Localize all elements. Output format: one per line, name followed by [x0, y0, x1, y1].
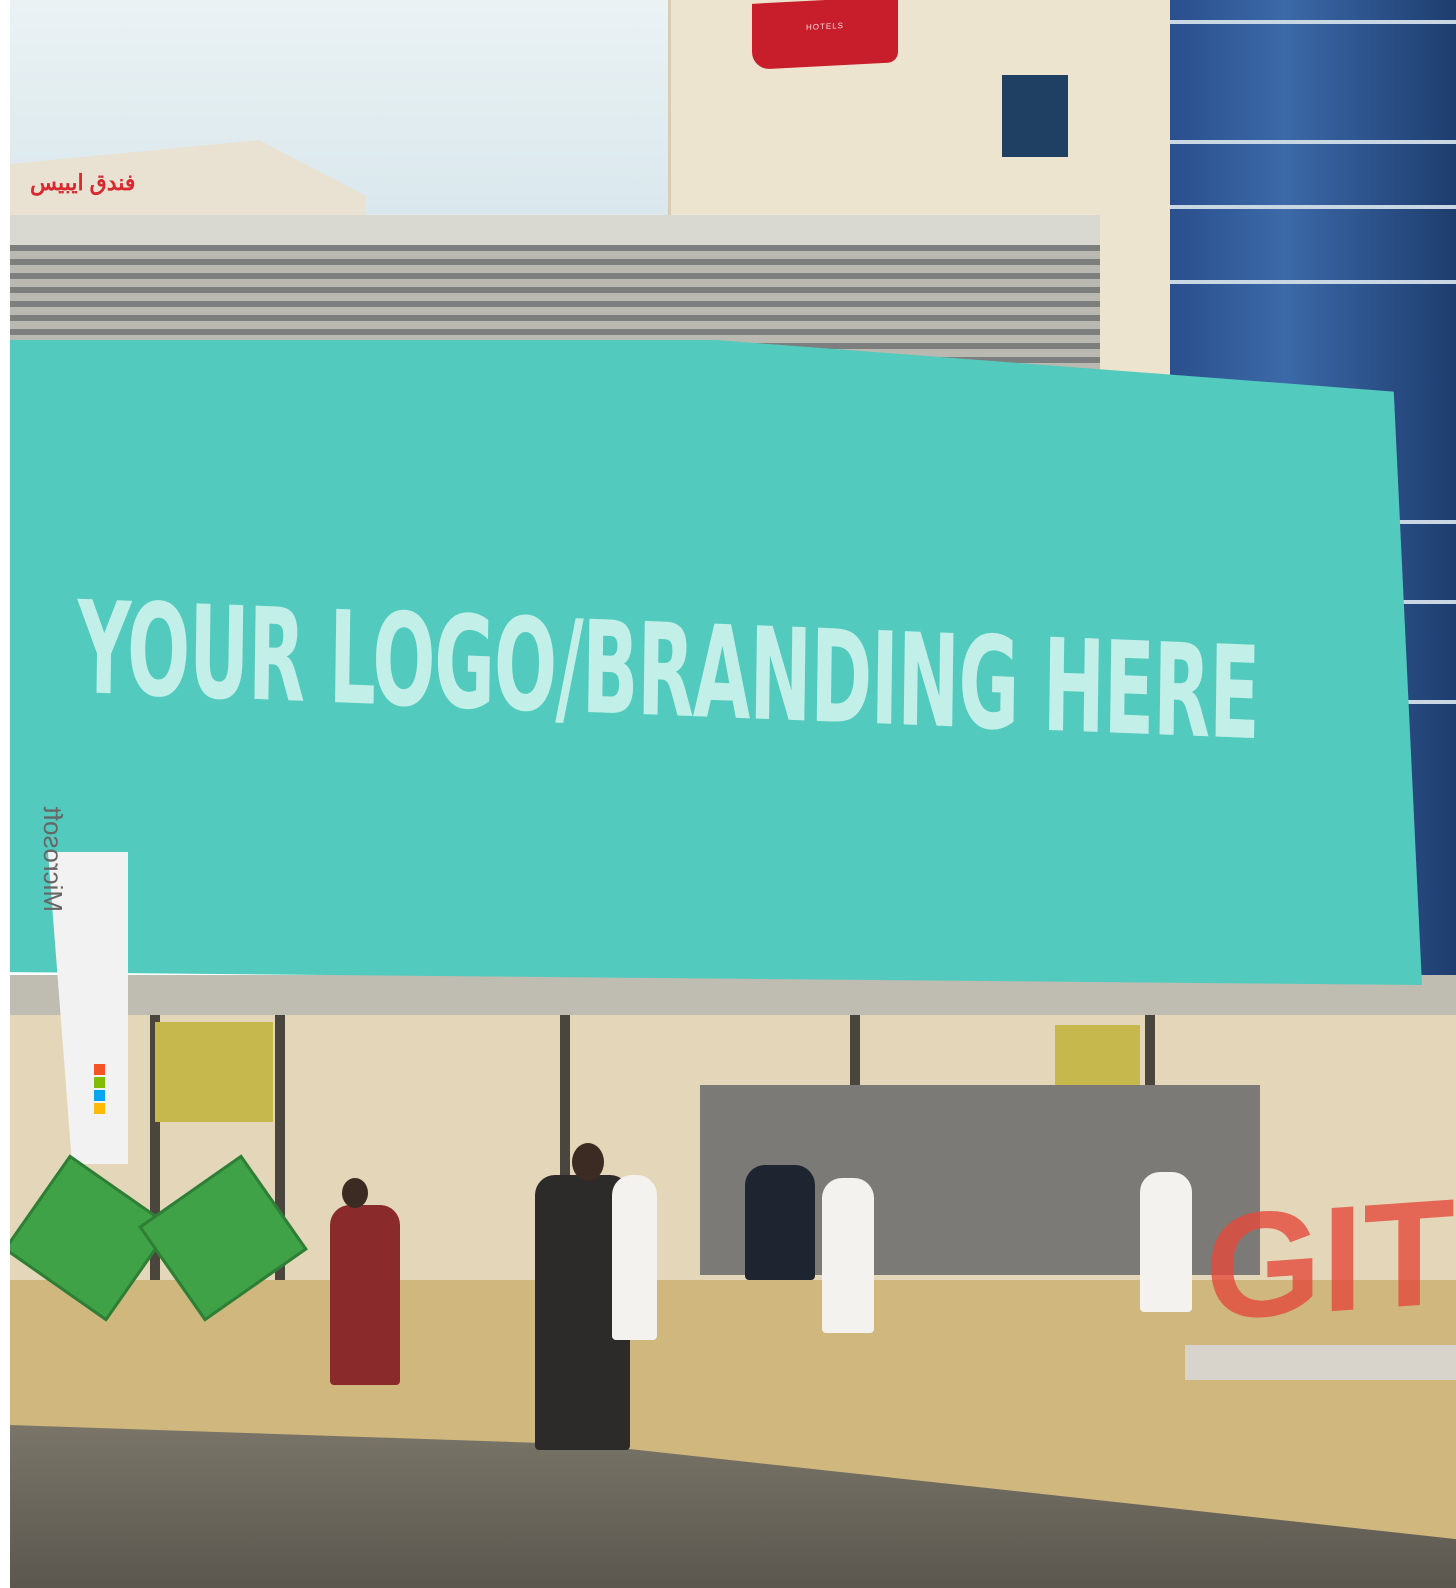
- flag-logo-icon: [93, 1063, 117, 1114]
- person-head: [342, 1178, 368, 1208]
- flag-text: Microsoft: [38, 806, 68, 912]
- person: [745, 1165, 815, 1280]
- left-border: [0, 0, 10, 1588]
- glass-divider: [1170, 20, 1456, 24]
- billboard-text: YOUR LOGO/BRANDING HERE: [76, 574, 1260, 770]
- hotel-window: [1002, 75, 1068, 157]
- person: [1140, 1172, 1192, 1312]
- hotel-logo-sign: HOTELS: [752, 0, 898, 70]
- exhibit-sign: GITEX: [1205, 1152, 1456, 1353]
- person: [822, 1178, 874, 1333]
- person: [330, 1205, 400, 1385]
- person-head: [572, 1143, 604, 1181]
- poster: [155, 1022, 273, 1122]
- glass-divider: [1170, 205, 1456, 209]
- poster: [1055, 1025, 1140, 1085]
- hotel-sign-text: HOTELS: [805, 21, 844, 32]
- roof-sign: فندق ايبيس: [30, 170, 136, 195]
- glass-divider: [1170, 140, 1456, 144]
- glass-divider: [1170, 280, 1456, 284]
- photo-scene: فندق ايبيس HOTELS YOUR LOGO/BRANDING HER…: [0, 0, 1456, 1588]
- person: [612, 1175, 657, 1340]
